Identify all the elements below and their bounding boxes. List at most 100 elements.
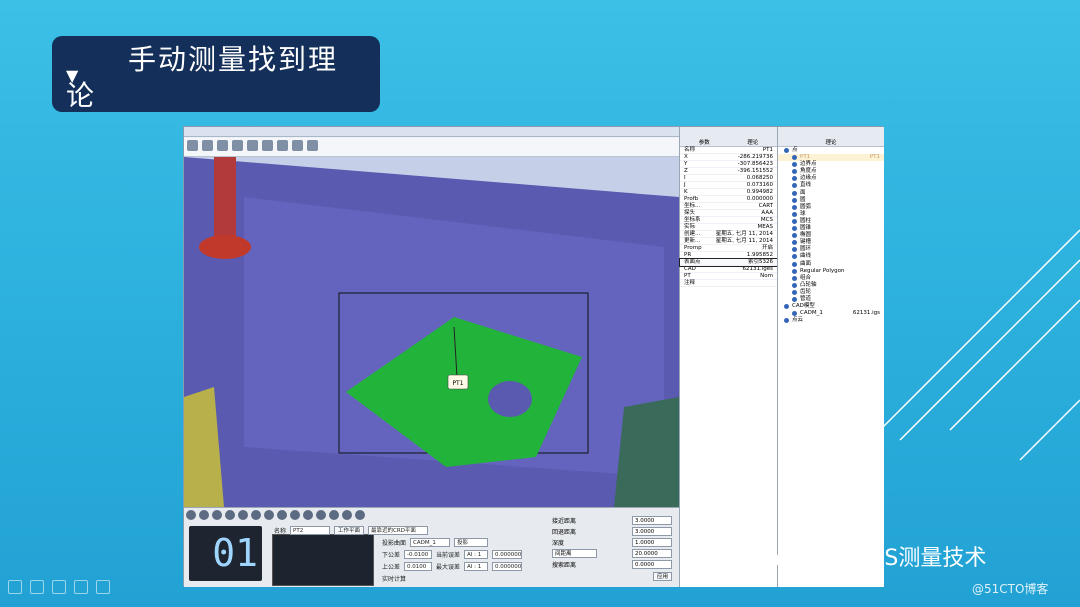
properties-panel: 参数 理论 名称 PT1 X -286.219736 Y -307.856423 Z -396… [679, 127, 778, 587]
cone-feature-icon[interactable] [277, 510, 287, 520]
cad-select[interactable]: CADM_1 [410, 538, 451, 547]
torus-feature-icon[interactable] [303, 510, 313, 520]
tree-item-label: 圆弧 [800, 203, 812, 210]
property-row[interactable]: 坐标... CART [680, 203, 777, 210]
property-row[interactable]: 坐标系 MCS [680, 217, 777, 224]
measure-icon[interactable] [262, 140, 273, 151]
eraser-icon[interactable] [74, 580, 88, 594]
search-icon[interactable] [52, 580, 66, 594]
tree-item[interactable]: 点 [778, 147, 884, 154]
tree-item[interactable]: 圆锥 [778, 225, 884, 232]
tree-item[interactable]: 圆环 [778, 246, 884, 253]
tree-item[interactable]: 角度点 [778, 168, 884, 175]
approach-input[interactable]: 3.0000 [632, 516, 672, 525]
upper-tol-input[interactable]: 0.0100 [404, 562, 433, 571]
property-name: 创建... [684, 231, 701, 237]
property-row[interactable]: I 0.068250 [680, 175, 777, 182]
home-icon[interactable] [217, 140, 228, 151]
retract-input[interactable]: 3.0000 [632, 527, 672, 536]
surface-feature-icon[interactable] [329, 510, 339, 520]
camera-icon[interactable] [277, 140, 288, 151]
line-feature-icon[interactable] [199, 510, 209, 520]
cad-viewport[interactable]: PT1 [184, 157, 679, 507]
property-row[interactable]: 注释 [680, 280, 777, 287]
property-row[interactable]: 探头 AAA [680, 210, 777, 217]
depth-input[interactable]: 1.0000 [632, 538, 672, 547]
property-row[interactable]: 表面点 索引5326 [679, 258, 778, 267]
gear-feature-icon[interactable] [342, 510, 352, 520]
property-row[interactable]: PT Nom [680, 273, 777, 280]
spacing-select[interactable]: 间距离 [552, 549, 597, 558]
feature-icon [784, 148, 789, 153]
tree-item[interactable]: 曲线 [778, 253, 884, 260]
cylinder-feature-icon[interactable] [264, 510, 274, 520]
tree-item[interactable]: 齿轮 [778, 289, 884, 296]
tree-item[interactable]: 直线 [778, 182, 884, 189]
property-row[interactable]: 创建... 星期五, 七月 11, 2014 [680, 231, 777, 238]
tree-item[interactable]: 凸轮轴 [778, 282, 884, 289]
tree-item[interactable]: 椭圆 [778, 232, 884, 239]
projection-select[interactable]: 投影 [454, 538, 489, 547]
tree-item[interactable]: 圆柱 [778, 218, 884, 225]
pen-icon[interactable] [8, 580, 22, 594]
name-input[interactable]: PT2 [290, 526, 331, 535]
arc-feature-icon[interactable] [238, 510, 248, 520]
refresh-icon[interactable] [187, 140, 198, 151]
tree-item[interactable]: 边缘点 [778, 175, 884, 182]
tree-item[interactable]: 圆 [778, 197, 884, 204]
point-label[interactable]: PT1 [452, 380, 463, 387]
property-row[interactable]: J 0.073160 [680, 182, 777, 189]
app-topbar [184, 127, 679, 137]
property-row[interactable]: 实际 MEAS [680, 224, 777, 231]
realtime-checkbox[interactable]: 实时计算 [382, 574, 406, 583]
circle-feature-icon[interactable] [225, 510, 235, 520]
lower-tol-input[interactable]: -0.0100 [404, 550, 433, 559]
property-row[interactable]: Promp 开启 [680, 245, 777, 252]
property-value: 0.000000 [746, 196, 773, 202]
tree-item[interactable]: PT1 PT1 [778, 154, 884, 162]
probe-icon[interactable] [247, 140, 258, 151]
workplane-button[interactable]: 工作平面 [334, 526, 365, 535]
tree-item[interactable]: 曲面 [778, 261, 884, 268]
search-input[interactable]: 0.0000 [632, 560, 672, 569]
property-row[interactable]: Profb 0.000000 [680, 196, 777, 203]
curve-feature-icon[interactable] [316, 510, 326, 520]
property-row[interactable]: CAD 62131.iges [680, 266, 777, 273]
sphere-feature-icon[interactable] [251, 510, 261, 520]
slot-feature-icon[interactable] [290, 510, 300, 520]
property-row[interactable]: X -286.219736 [680, 154, 777, 161]
feature-icon [792, 197, 797, 203]
property-row[interactable]: Z -396.151552 [680, 168, 777, 175]
view-icon[interactable] [292, 140, 303, 151]
grid-icon[interactable] [202, 140, 213, 151]
spacing-input[interactable]: 20.0000 [632, 549, 672, 558]
tree-item-label: CADM_1 [800, 310, 823, 317]
property-name: 注释 [684, 280, 696, 286]
tree-item[interactable]: 点云 [778, 317, 884, 324]
settings-icon[interactable] [307, 140, 318, 151]
tree-item[interactable]: 圆弧 [778, 204, 884, 211]
tree-item[interactable]: CAD模型 [778, 303, 884, 310]
property-row[interactable]: PR 1.995852 [680, 252, 777, 259]
tree-item[interactable]: 组合 [778, 275, 884, 282]
property-row[interactable]: K 0.994982 [680, 189, 777, 196]
plane-feature-icon[interactable] [212, 510, 222, 520]
plane-select[interactable]: 最靠近的CRD平面 [368, 526, 429, 535]
pipe-feature-icon[interactable] [355, 510, 365, 520]
axis-icon[interactable] [232, 140, 243, 151]
tree-item[interactable]: 面 [778, 190, 884, 197]
tree-item[interactable]: Regular Polygon [778, 268, 884, 275]
property-value: -286.219736 [737, 154, 773, 160]
pointer-icon[interactable] [96, 580, 110, 594]
tree-item[interactable]: 管道 [778, 296, 884, 303]
apply-button[interactable]: 应用 [652, 572, 672, 581]
tree-item-label: 曲面 [800, 260, 812, 267]
point-feature-icon[interactable] [186, 510, 196, 520]
tree-item[interactable]: 边界点 [778, 161, 884, 168]
property-row[interactable]: 名称 PT1 [680, 147, 777, 154]
slides-icon[interactable] [30, 580, 44, 594]
tree-item[interactable]: 球 [778, 211, 884, 218]
property-row[interactable]: Y -307.856423 [680, 161, 777, 168]
tree-item[interactable]: 键槽 [778, 239, 884, 246]
property-row[interactable]: 更新... 星期五, 七月 11, 2014 [680, 238, 777, 245]
